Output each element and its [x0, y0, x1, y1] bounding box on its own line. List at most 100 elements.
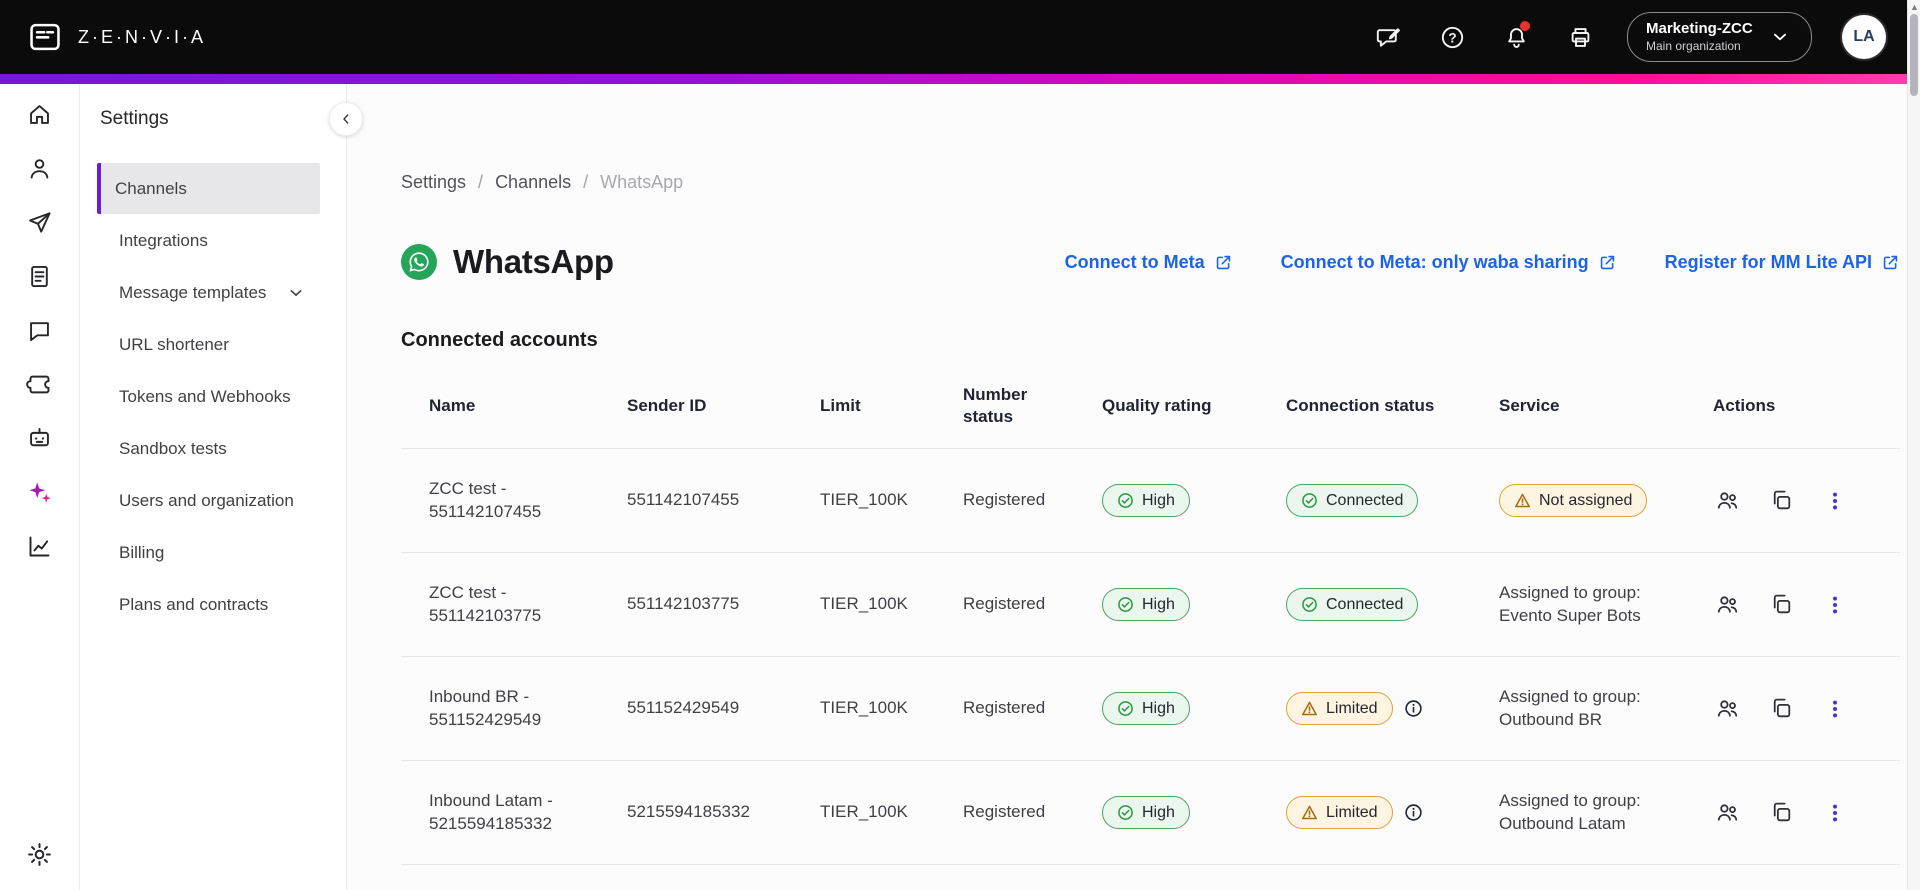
breadcrumb-settings[interactable]: Settings: [401, 172, 466, 193]
kebab-menu-icon: [1824, 698, 1846, 720]
sidebar-item-label: Integrations: [119, 230, 208, 250]
copy-button[interactable]: [1767, 591, 1795, 619]
page-scrollbar[interactable]: ▲: [1907, 0, 1920, 890]
manage-users-button[interactable]: [1713, 799, 1741, 827]
number-status: Registered: [963, 490, 1046, 510]
rail-home-button[interactable]: [18, 92, 62, 136]
badge-label: High: [1142, 803, 1175, 821]
link-label: Connect to Meta: only waba sharing: [1280, 251, 1589, 272]
copy-button[interactable]: [1767, 487, 1795, 515]
header-sender-id: Sender ID: [627, 396, 707, 416]
table-row: Inbound Latam - 5215594185332 5215594185…: [401, 760, 1900, 864]
register-mm-lite-link[interactable]: Register for MM Lite API: [1665, 252, 1900, 273]
service-cell: Assigned to group: Outbound Latam: [1499, 790, 1641, 833]
rail-analytics-button[interactable]: [18, 524, 62, 568]
sender-id: 551142103775: [627, 594, 740, 614]
service-cell: Assigned to group: Evento Super Bots: [1499, 582, 1641, 625]
notifications-button[interactable]: [1499, 20, 1533, 54]
table-row: ZCC test - 551142107455 551142107455 TIE…: [401, 448, 1900, 552]
sidebar-title: Settings: [100, 108, 169, 129]
info-icon[interactable]: [1404, 699, 1423, 718]
rail-chats-button[interactable]: [18, 308, 62, 352]
link-label: Register for MM Lite API: [1664, 251, 1872, 272]
row-menu-button[interactable]: [1821, 487, 1849, 515]
scrollbar-up-arrow[interactable]: ▲: [1910, 2, 1919, 12]
badge-label: High: [1142, 595, 1175, 613]
header-number-status: Number status: [963, 385, 1028, 427]
chevron-down-icon: [286, 283, 306, 303]
connection-badge: Limited: [1286, 691, 1393, 726]
help-button[interactable]: [1435, 20, 1469, 54]
limit-value: TIER_100K: [820, 594, 908, 614]
service-cell: Not assigned: [1499, 483, 1705, 518]
chat-compose-icon: [1375, 24, 1402, 51]
sidebar-item-channels[interactable]: Channels: [97, 163, 320, 214]
manage-users-button[interactable]: [1713, 695, 1741, 723]
zenvia-logo: Z·E·N·V·I·A: [26, 18, 206, 56]
sidebar-item-label: Sandbox tests: [119, 438, 227, 458]
sidebar-item-plans-contracts[interactable]: Plans and contracts: [97, 579, 320, 630]
rail-reports-button[interactable]: [18, 254, 62, 298]
organization-name: Marketing-ZCC: [1646, 20, 1753, 38]
actions-cell: [1705, 799, 1900, 827]
sidebar-item-integrations[interactable]: Integrations: [97, 215, 320, 266]
connect-to-meta-link[interactable]: Connect to Meta: [1065, 252, 1233, 273]
limit-value: TIER_100K: [820, 490, 908, 510]
copy-button[interactable]: [1767, 695, 1795, 723]
row-menu-button[interactable]: [1821, 695, 1849, 723]
kebab-menu-icon: [1824, 594, 1846, 616]
external-link-icon: [1881, 253, 1900, 272]
quality-badge: High: [1102, 483, 1190, 518]
rail-settings-button[interactable]: [18, 832, 62, 876]
conversations-button[interactable]: [1371, 20, 1405, 54]
manage-users-button[interactable]: [1713, 591, 1741, 619]
brand-text: Z·E·N·V·I·A: [78, 26, 206, 47]
sidebar-item-billing[interactable]: Billing: [97, 527, 320, 578]
sidebar-collapse-button[interactable]: [329, 102, 363, 136]
avatar[interactable]: LA: [1842, 15, 1886, 59]
organization-subtitle: Main organization: [1646, 38, 1741, 53]
sidebar-item-tokens-webhooks[interactable]: Tokens and Webhooks: [97, 371, 320, 422]
manage-users-button[interactable]: [1713, 487, 1741, 515]
sparkles-icon: [29, 481, 51, 503]
sidebar-item-url-shortener[interactable]: URL shortener: [97, 319, 320, 370]
connection-badge: Connected: [1286, 587, 1419, 622]
document-icon: [26, 263, 53, 290]
printer-icon: [1567, 24, 1594, 51]
organization-selector[interactable]: Marketing-ZCC Main organization: [1627, 12, 1812, 62]
users-icon: [1715, 800, 1740, 825]
line-chart-icon: [26, 533, 53, 560]
send-icon: [26, 209, 53, 236]
copy-icon: [1769, 592, 1794, 617]
connection-badge: Limited: [1286, 795, 1393, 830]
number-status: Registered: [963, 698, 1046, 718]
connect-to-meta-waba-link[interactable]: Connect to Meta: only waba sharing: [1281, 252, 1617, 273]
home-icon: [26, 101, 53, 128]
ticket-icon: [26, 371, 53, 398]
rail-bots-button[interactable]: [18, 416, 62, 460]
account-name: Inbound Latam - 5215594185332: [429, 790, 553, 833]
rail-ai-button[interactable]: [18, 470, 62, 514]
scrollbar-thumb[interactable]: [1910, 14, 1918, 96]
print-button[interactable]: [1563, 20, 1597, 54]
sidebar-item-label: URL shortener: [119, 334, 229, 354]
breadcrumb-channels[interactable]: Channels: [495, 172, 571, 193]
sidebar-item-message-templates[interactable]: Message templates: [97, 267, 320, 318]
users-icon: [1715, 696, 1740, 721]
breadcrumb: Settings / Channels / WhatsApp: [401, 172, 1900, 193]
sidebar-item-sandbox-tests[interactable]: Sandbox tests: [97, 423, 320, 474]
app-shell: Settings Channels Integrations Message t…: [0, 84, 1920, 890]
rail-contacts-button[interactable]: [18, 146, 62, 190]
sidebar-item-users-organization[interactable]: Users and organization: [97, 475, 320, 526]
row-menu-button[interactable]: [1821, 591, 1849, 619]
rail-tickets-button[interactable]: [18, 362, 62, 406]
users-icon: [1715, 488, 1740, 513]
copy-button[interactable]: [1767, 799, 1795, 827]
rail-campaigns-button[interactable]: [18, 200, 62, 244]
header-links: Connect to Meta Connect to Meta: only wa…: [1065, 252, 1900, 273]
row-menu-button[interactable]: [1821, 799, 1849, 827]
table-row: ZCC test - 551142103775 551142103775 TIE…: [401, 552, 1900, 656]
settings-sidebar: Settings Channels Integrations Message t…: [80, 84, 363, 890]
quality-badge: High: [1102, 691, 1190, 726]
info-icon[interactable]: [1404, 803, 1423, 822]
